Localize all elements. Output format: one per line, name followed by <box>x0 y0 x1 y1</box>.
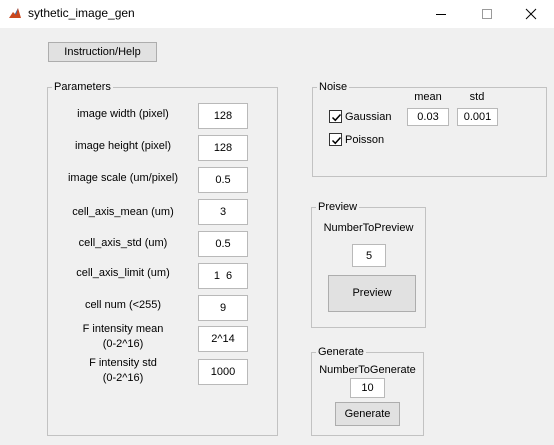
f-intensity-mean-label: F intensity mean <box>82 323 164 335</box>
generate-panel-title: Generate <box>316 345 366 359</box>
cell-axis-mean-field[interactable] <box>198 199 248 225</box>
minimize-icon <box>436 14 446 15</box>
checkmark-icon <box>331 113 342 122</box>
cell-num-label: cell num (<255) <box>84 299 162 311</box>
parameters-panel: Parameters image width (pixel) image hei… <box>47 80 278 436</box>
number-to-generate-label: NumberToGenerate <box>319 364 416 376</box>
number-to-generate-field[interactable] <box>350 378 385 398</box>
poisson-label: Poisson <box>345 134 385 146</box>
maximize-button[interactable] <box>464 0 510 28</box>
matlab-figure-icon <box>8 6 22 20</box>
preview-button[interactable]: Preview <box>328 275 416 312</box>
gaussian-checkbox[interactable] <box>329 110 342 123</box>
image-width-label: image width (pixel) <box>77 108 169 120</box>
instruction-help-button[interactable]: Instruction/Help <box>48 42 157 62</box>
number-to-preview-field[interactable] <box>352 244 386 267</box>
std-header: std <box>469 91 485 103</box>
image-width-field[interactable] <box>198 103 248 129</box>
figure-client-area: Instruction/Help Parameters image width … <box>0 28 554 445</box>
generate-panel: Generate NumberToGenerate Generate <box>311 345 424 436</box>
cell-num-field[interactable] <box>198 295 248 321</box>
poisson-checkbox[interactable] <box>329 133 342 146</box>
f-intensity-mean-field[interactable] <box>198 326 248 352</box>
gaussian-label: Gaussian <box>345 111 392 123</box>
number-to-preview-label: NumberToPreview <box>323 222 414 234</box>
preview-panel: Preview NumberToPreview Preview <box>311 200 426 328</box>
close-button[interactable] <box>508 0 554 28</box>
parameters-panel-title: Parameters <box>52 80 113 94</box>
f-intensity-std-range-label: (0-2^16) <box>102 372 144 384</box>
checkmark-icon <box>331 136 342 145</box>
preview-panel-title: Preview <box>316 200 360 214</box>
title-bar: sythetic_image_gen <box>0 0 554 28</box>
cell-axis-std-label: cell_axis_std (um) <box>78 237 168 249</box>
cell-axis-mean-label: cell_axis_mean (um) <box>72 206 174 218</box>
maximize-icon <box>482 9 492 19</box>
close-icon <box>525 8 537 20</box>
window-title: sythetic_image_gen <box>28 6 135 20</box>
gaussian-std-field[interactable] <box>457 108 498 126</box>
f-intensity-mean-range-label: (0-2^16) <box>102 338 144 350</box>
cell-axis-std-field[interactable] <box>198 231 248 257</box>
image-scale-label: image scale (um/pixel) <box>67 172 179 184</box>
image-height-label: image height (pixel) <box>75 140 171 152</box>
mean-header: mean <box>414 91 442 103</box>
gaussian-mean-field[interactable] <box>407 108 449 126</box>
f-intensity-std-field[interactable] <box>198 359 248 385</box>
cell-axis-limit-field[interactable] <box>198 263 248 289</box>
minimize-button[interactable] <box>418 0 464 28</box>
generate-button[interactable]: Generate <box>335 402 400 426</box>
image-scale-field[interactable] <box>198 167 248 193</box>
image-height-field[interactable] <box>198 135 248 161</box>
cell-axis-limit-label: cell_axis_limit (um) <box>76 267 170 279</box>
noise-panel: Noise mean std Gaussian Poisson <box>312 80 547 177</box>
noise-panel-title: Noise <box>317 80 350 94</box>
f-intensity-std-label: F intensity std <box>89 357 157 369</box>
